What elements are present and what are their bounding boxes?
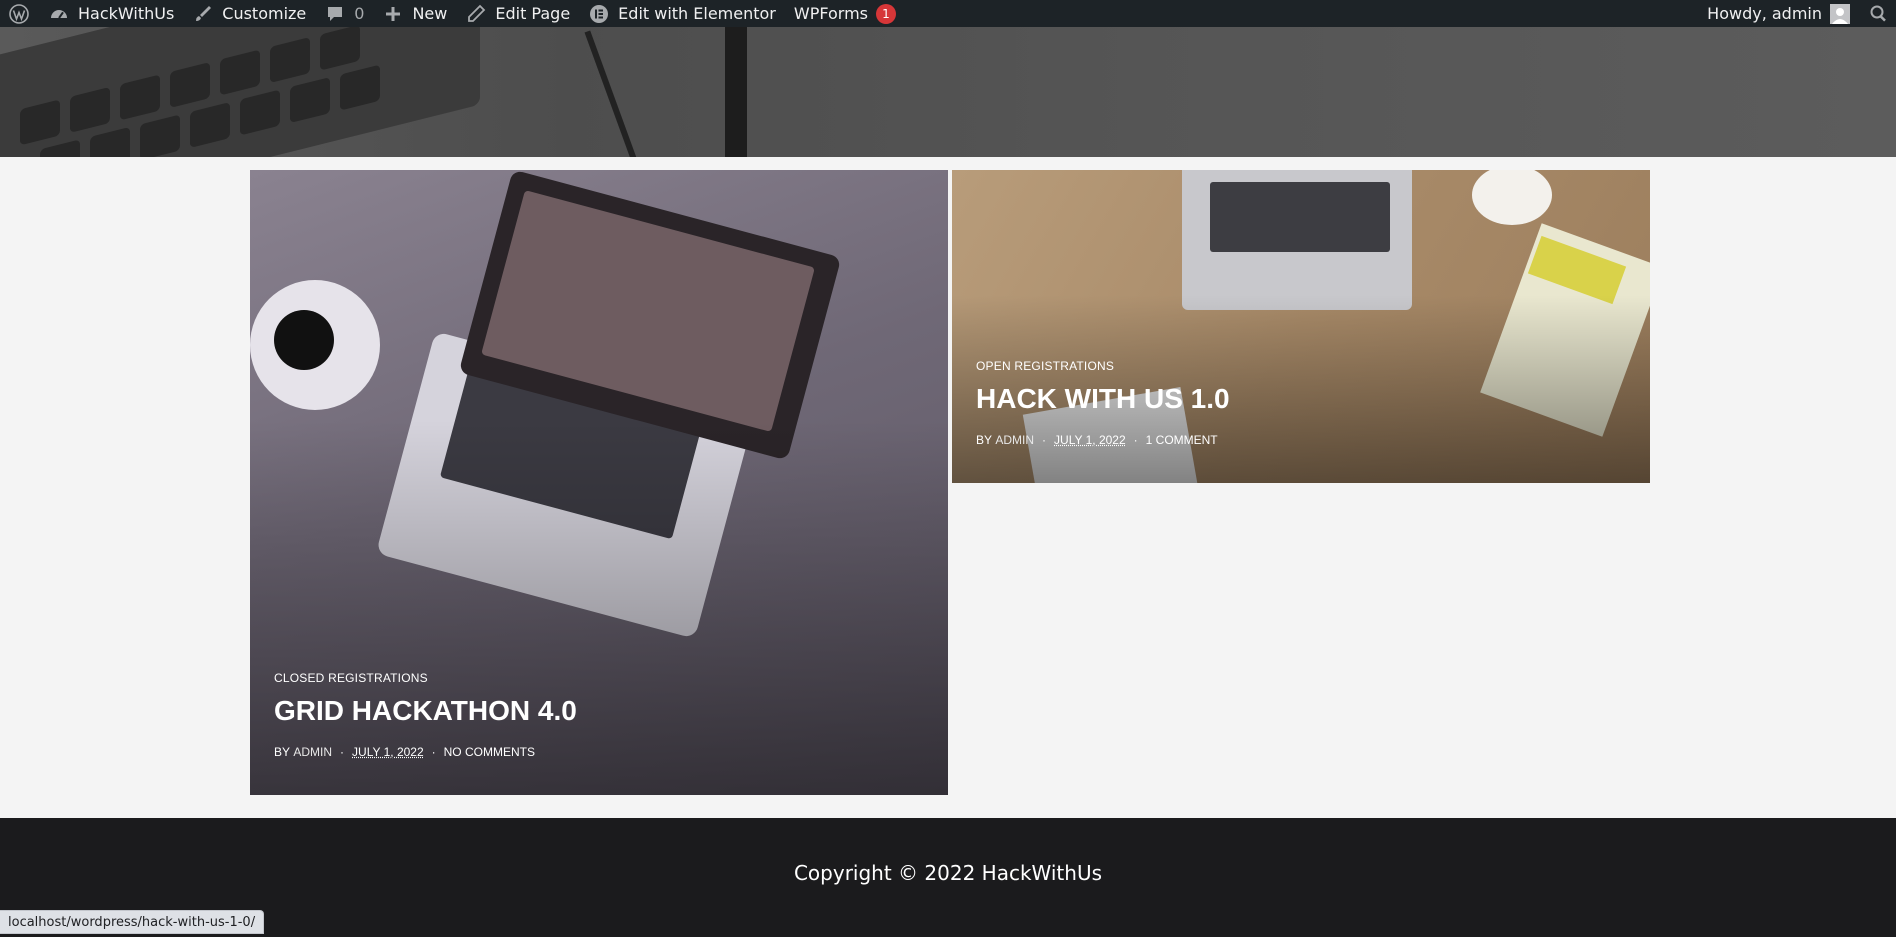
comments-link[interactable]: 0: [315, 0, 373, 27]
wpforms-label: WPForms: [793, 4, 868, 23]
admin-bar: HackWithUs Customize 0 New Edit Page Edi…: [0, 0, 1896, 27]
howdy-label: Howdy, admin: [1707, 4, 1822, 23]
author-link[interactable]: ADMIN: [293, 745, 332, 759]
avatar: [1830, 3, 1850, 24]
copyright-text: Copyright © 2022 HackWithUs: [793, 860, 1103, 885]
elementor-icon: [588, 3, 610, 25]
new-label: New: [412, 4, 448, 23]
post-title-link[interactable]: GRID HACKATHON 4.0: [274, 695, 924, 727]
wpforms-menu[interactable]: WPForms 1: [785, 0, 905, 27]
customize-label: Customize: [222, 4, 307, 23]
header-hero-image: [0, 27, 1896, 157]
comments-count: 0: [354, 4, 365, 23]
by-label: BY: [976, 433, 993, 447]
meta-separator: ·: [340, 745, 345, 759]
post-meta-block: CLOSED REGISTRATIONS GRID HACKATHON 4.0 …: [274, 671, 924, 759]
edit-page-link[interactable]: Edit Page: [456, 0, 579, 27]
plus-icon: [382, 3, 404, 25]
status-bar-url: localhost/wordpress/hack-with-us-1-0/: [0, 910, 265, 934]
post-title-link[interactable]: HACK WITH US 1.0: [976, 383, 1626, 415]
cable-graphic: [584, 30, 642, 157]
site-footer: Copyright © 2022 HackWithUs: [0, 818, 1896, 937]
keyboard-graphic: [0, 27, 480, 157]
site-name-label: HackWithUs: [78, 4, 175, 23]
wordpress-icon: [8, 3, 30, 25]
comment-bubble-icon: [324, 3, 346, 25]
by-label: BY: [274, 745, 291, 759]
wordpress-logo-button[interactable]: [0, 0, 39, 27]
pen-graphic: [725, 27, 747, 157]
post-date-link[interactable]: JULY 1, 2022: [1054, 433, 1126, 447]
post-meta: BY ADMIN · JULY 1, 2022 · NO COMMENTS: [274, 745, 924, 759]
dashboard-icon: [48, 3, 70, 25]
wpforms-notification-badge: 1: [876, 3, 896, 24]
edit-with-elementor-link[interactable]: Edit with Elementor: [579, 0, 785, 27]
comments-link[interactable]: 1 COMMENT: [1146, 433, 1218, 447]
meta-separator: ·: [431, 745, 436, 759]
post-category-link[interactable]: CLOSED REGISTRATIONS: [274, 671, 924, 685]
post-meta-block: OPEN REGISTRATIONS HACK WITH US 1.0 BY A…: [976, 359, 1626, 447]
plate-graphic: [1472, 170, 1552, 225]
meta-separator: ·: [1042, 433, 1047, 447]
post-meta: BY ADMIN · JULY 1, 2022 · 1 COMMENT: [976, 433, 1626, 447]
site-name-menu[interactable]: HackWithUs: [39, 0, 183, 27]
new-content-menu[interactable]: New: [373, 0, 456, 27]
meta-separator: ·: [1133, 433, 1138, 447]
paintbrush-icon: [192, 3, 214, 25]
post-category-link[interactable]: OPEN REGISTRATIONS: [976, 359, 1626, 373]
comments-link[interactable]: NO COMMENTS: [444, 745, 535, 759]
customize-link[interactable]: Customize: [183, 0, 315, 27]
edit-page-label: Edit Page: [495, 4, 571, 23]
search-button[interactable]: [1859, 0, 1896, 27]
post-date-link[interactable]: JULY 1, 2022: [352, 745, 424, 759]
elementor-label: Edit with Elementor: [618, 4, 776, 23]
post-card-hack-with-us[interactable]: OPEN REGISTRATIONS HACK WITH US 1.0 BY A…: [952, 170, 1650, 483]
search-icon: [1868, 3, 1890, 25]
author-link[interactable]: ADMIN: [995, 433, 1034, 447]
pencil-icon: [465, 3, 487, 25]
my-account-menu[interactable]: Howdy, admin: [1698, 0, 1859, 27]
post-card-grid-hackathon[interactable]: CLOSED REGISTRATIONS GRID HACKATHON 4.0 …: [250, 170, 948, 795]
